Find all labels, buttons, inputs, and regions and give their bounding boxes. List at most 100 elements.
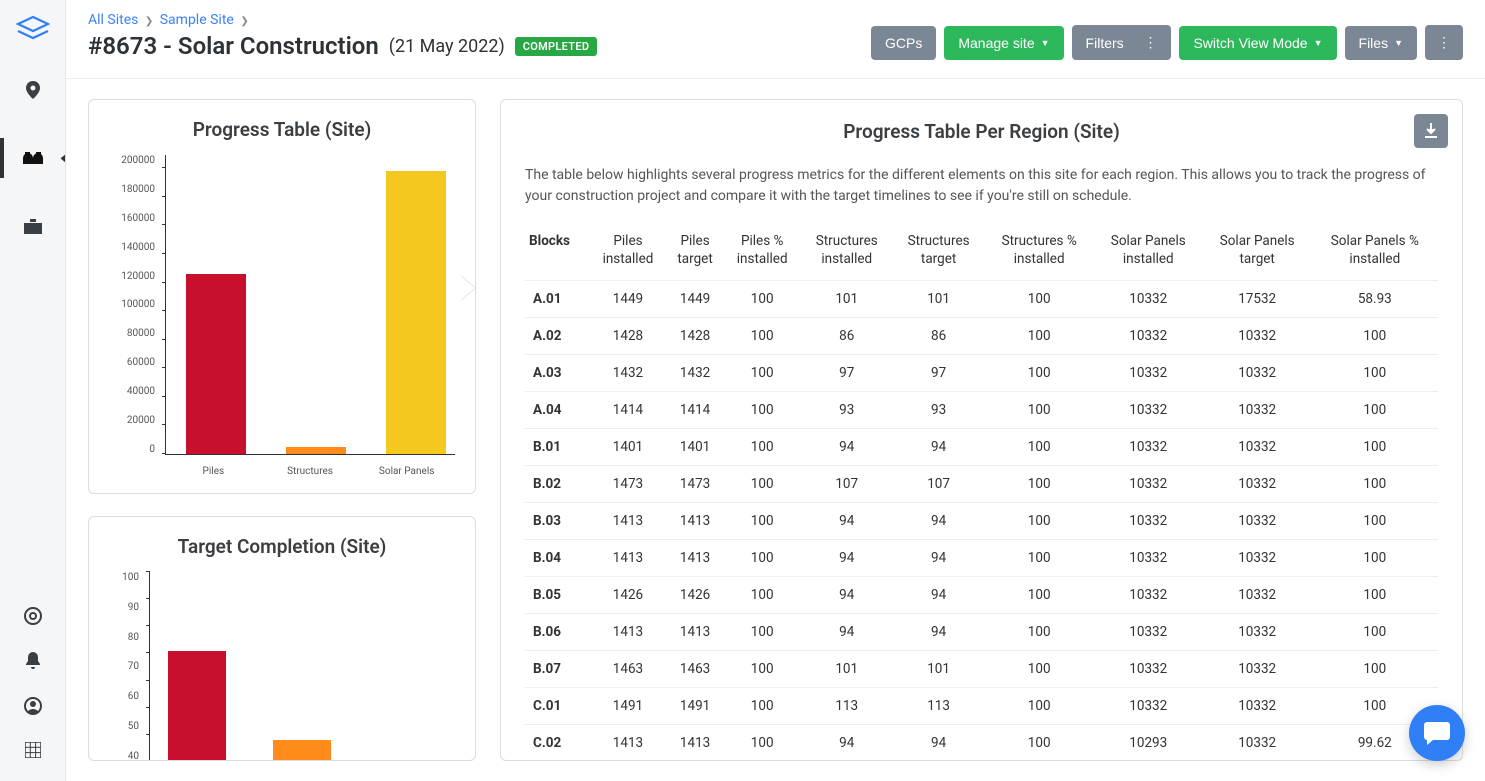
table-cell: 100: [985, 355, 1094, 392]
table-cell: 1413: [667, 540, 724, 577]
table-cell: 1428: [667, 318, 724, 355]
table-cell: 100: [1312, 429, 1438, 466]
table-cell: 101: [801, 281, 893, 318]
table-cell: 10332: [1094, 355, 1203, 392]
table-cell: 1401: [589, 429, 666, 466]
table-cell: 10332: [1094, 429, 1203, 466]
table-row: B.041413141310094941001033210332100: [525, 540, 1438, 577]
table-cell: B.03: [525, 503, 589, 540]
table-cell: 10332: [1203, 503, 1312, 540]
table-row: C.01149114911001131131001033210332100: [525, 688, 1438, 725]
table-cell: 1463: [667, 651, 724, 688]
table-cell: 10332: [1203, 318, 1312, 355]
more-options-button[interactable]: ⋮: [1425, 25, 1463, 60]
table-cell: 100: [724, 577, 801, 614]
table-cell: 94: [893, 614, 985, 651]
download-button[interactable]: [1414, 114, 1448, 148]
table-cell: 100: [985, 688, 1094, 725]
table-cell: 100: [724, 392, 801, 429]
target-chart-card: Target Completion (Site) 100908070605040: [88, 516, 476, 761]
table-row: C.02141314131009494100102931033299.62: [525, 725, 1438, 761]
table-cell: 86: [893, 318, 985, 355]
table-cell: 1413: [589, 540, 666, 577]
table-row: B.011401140110094941001033210332100: [525, 429, 1438, 466]
chart-title: Target Completion (Site): [103, 535, 461, 558]
table-cell: 100: [1312, 614, 1438, 651]
table-cell: 1463: [589, 651, 666, 688]
table-cell: 10332: [1203, 466, 1312, 503]
user-icon[interactable]: [24, 697, 42, 720]
expand-arrow-icon[interactable]: [462, 276, 476, 300]
sidebar: [0, 0, 66, 781]
table-cell: 10332: [1094, 392, 1203, 429]
table-cell: 1491: [667, 688, 724, 725]
bell-icon[interactable]: [25, 652, 41, 675]
files-button[interactable]: Files▼: [1345, 26, 1417, 60]
table-cell: 94: [801, 614, 893, 651]
gcps-button[interactable]: GCPs: [871, 26, 936, 60]
breadcrumb: All Sites ❯ Sample Site ❯: [88, 12, 597, 28]
filters-button[interactable]: Filters ⋮: [1072, 25, 1172, 60]
table-cell: 100: [724, 725, 801, 761]
table-cell: 100: [724, 651, 801, 688]
table-cell: 100: [1312, 651, 1438, 688]
table-cell: 100: [985, 392, 1094, 429]
table-cell: 1428: [589, 318, 666, 355]
table-cell: 94: [801, 540, 893, 577]
help-icon[interactable]: [24, 607, 42, 630]
table-row: B.061413141310094941001033210332100: [525, 614, 1438, 651]
table-cell: 100: [724, 466, 801, 503]
switch-view-button[interactable]: Switch View Mode▼: [1179, 26, 1336, 60]
table-cell: 100: [724, 540, 801, 577]
table-cell: 1413: [667, 725, 724, 761]
table-cell: 93: [893, 392, 985, 429]
map-pin-icon[interactable]: [0, 70, 66, 110]
more-vert-icon: ⋮: [1437, 34, 1451, 51]
binoculars-icon[interactable]: [0, 138, 66, 178]
table-cell: 100: [724, 429, 801, 466]
page-title: #8673 - Solar Construction (21 May 2022)…: [88, 32, 597, 60]
breadcrumb-sample-site[interactable]: Sample Site: [160, 12, 234, 28]
progress-region-table: BlocksPilesinstalledPilestargetPiles %in…: [525, 225, 1438, 761]
table-cell: 1491: [589, 688, 666, 725]
table-cell: 10332: [1203, 614, 1312, 651]
table-cell: 1413: [589, 725, 666, 761]
app-logo[interactable]: [15, 10, 51, 46]
chat-fab[interactable]: [1409, 705, 1465, 761]
table-cell: 1414: [589, 392, 666, 429]
table-cell: B.07: [525, 651, 589, 688]
table-cell: B.06: [525, 614, 589, 651]
toolbar: GCPs Manage site▼ Filters ⋮ Switch View …: [871, 25, 1463, 60]
table-cell: C.02: [525, 725, 589, 761]
table-cell: 10332: [1094, 503, 1203, 540]
table-cell: 1426: [589, 577, 666, 614]
table-cell: 113: [893, 688, 985, 725]
table-cell: 10332: [1094, 281, 1203, 318]
table-cell: 100: [724, 688, 801, 725]
briefcase-icon[interactable]: [0, 206, 66, 246]
manage-site-button[interactable]: Manage site▼: [944, 26, 1063, 60]
table-cell: 107: [801, 466, 893, 503]
target-bar-chart: 100908070605040: [103, 572, 461, 761]
table-cell: A.01: [525, 281, 589, 318]
table-cell: 94: [893, 540, 985, 577]
chevron-right-icon: ❯: [240, 16, 248, 27]
table-cell: 1413: [589, 503, 666, 540]
table-header: Solar Panelstarget: [1203, 225, 1312, 281]
region-table-card: Progress Table Per Region (Site) The tab…: [500, 99, 1463, 761]
table-cell: A.02: [525, 318, 589, 355]
table-cell: 10332: [1094, 540, 1203, 577]
table-cell: A.03: [525, 355, 589, 392]
table-cell: 100: [724, 355, 801, 392]
table-cell: 100: [724, 318, 801, 355]
breadcrumb-all-sites[interactable]: All Sites: [88, 12, 138, 28]
status-badge: COMPLETED: [515, 37, 598, 56]
region-table-description: The table below highlights several progr…: [525, 165, 1438, 207]
table-cell: 1449: [667, 281, 724, 318]
table-cell: 100: [985, 577, 1094, 614]
grid-icon[interactable]: [25, 742, 41, 763]
table-header: Piles %installed: [724, 225, 801, 281]
table-cell: 1401: [667, 429, 724, 466]
table-cell: 100: [724, 614, 801, 651]
table-cell: 101: [801, 651, 893, 688]
